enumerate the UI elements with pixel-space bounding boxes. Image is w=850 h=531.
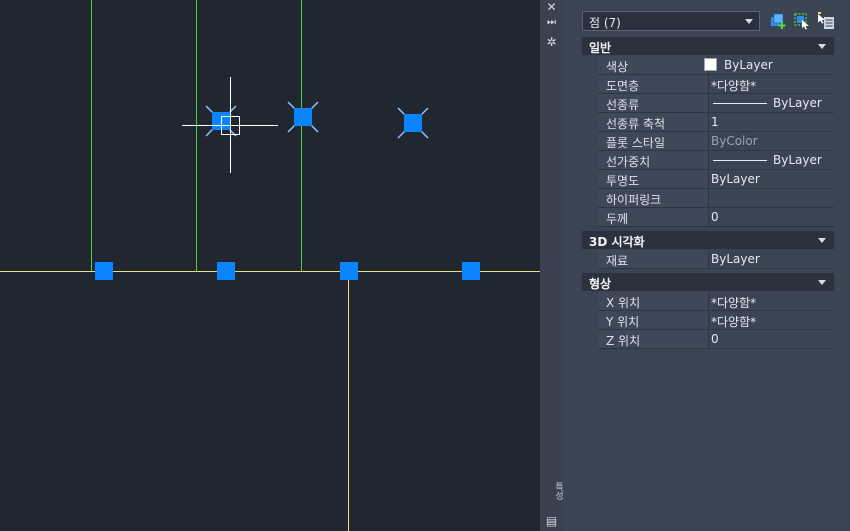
color-swatch (704, 58, 717, 71)
drawing-canvas[interactable] (0, 0, 540, 531)
property-value: ByColor (711, 134, 758, 148)
palette-title-strip: ✕ ⏭ ✲ 특성 ▤ (540, 0, 563, 531)
property-label: 색상 (606, 60, 629, 74)
property-value[interactable]: ByLayer (713, 96, 822, 110)
property-value[interactable]: *다양함* (711, 294, 756, 311)
toggle-pickadd-icon[interactable] (769, 12, 787, 30)
section-title: 형상 (589, 277, 612, 291)
linetype-value-text: ByLayer (773, 96, 822, 110)
section-geometry-header[interactable]: 형상 (582, 273, 834, 291)
property-row-hyperlink[interactable]: 하이퍼링크 (598, 189, 834, 208)
properties-palette: 점 (7) 일반 색상 ByLayer 도면층 *다양함* 선종류 ByLaye… (563, 0, 850, 531)
drawing-svg[interactable] (0, 0, 540, 531)
property-row-color[interactable]: 색상 ByLayer (598, 56, 834, 75)
point-grip[interactable] (462, 262, 480, 280)
property-row-y-position[interactable]: Y 위치 *다양함* (598, 311, 834, 330)
property-row-z-position[interactable]: Z 위치 0 (598, 330, 834, 349)
property-value[interactable]: *다양함* (711, 77, 756, 94)
settings-icon[interactable]: ✲ (540, 33, 563, 51)
point-grip[interactable] (95, 262, 113, 280)
property-row-material[interactable]: 재료 ByLayer (598, 250, 834, 269)
quick-select-icon[interactable] (817, 12, 835, 30)
collapse-caret-icon[interactable] (818, 44, 826, 49)
object-type-value: 점 (7) (589, 16, 621, 30)
property-label: 도면층 (606, 79, 640, 93)
collapse-caret-icon[interactable] (818, 280, 826, 285)
property-label: 플롯 스타일 (606, 136, 666, 150)
property-label: 하이퍼링크 (606, 193, 662, 207)
property-row-thickness[interactable]: 두께 0 (598, 208, 834, 227)
palette-vertical-title: 특성 (553, 482, 563, 500)
property-row-transparency[interactable]: 투명도 ByLayer (598, 170, 834, 189)
property-label: Y 위치 (606, 315, 640, 329)
property-value[interactable]: ByLayer (713, 153, 822, 167)
property-label: 선종류 축척 (606, 117, 666, 131)
property-row-linetype[interactable]: 선종류 ByLayer (598, 94, 834, 113)
auto-hide-icon[interactable]: ⏭ (540, 14, 563, 32)
point-grip[interactable] (340, 262, 358, 280)
point-grip[interactable] (217, 262, 235, 280)
property-row-plot-style[interactable]: 플롯 스타일 ByColor (598, 132, 834, 151)
property-label: 투명도 (606, 174, 640, 188)
selected-point-grip[interactable] (287, 101, 319, 133)
color-value-text: ByLayer (724, 58, 773, 72)
property-label: 두께 (606, 212, 629, 226)
property-row-layer[interactable]: 도면층 *다양함* (598, 75, 834, 94)
chevron-down-icon (745, 19, 753, 24)
section-title: 일반 (589, 41, 612, 55)
section-title: 3D 시각화 (589, 235, 645, 249)
property-value[interactable]: 0 (711, 332, 719, 346)
section-3d-visualization-header[interactable]: 3D 시각화 (582, 231, 834, 249)
property-value[interactable]: ByLayer (711, 252, 760, 266)
property-row-linetype-scale[interactable]: 선종류 축척 1 (598, 113, 834, 132)
object-type-dropdown[interactable]: 점 (7) (582, 11, 760, 31)
property-label: 선가중치 (606, 155, 651, 169)
panel-icon[interactable]: ▤ (540, 512, 563, 530)
property-value[interactable]: *다양함* (711, 313, 756, 330)
property-value[interactable]: 0 (711, 210, 719, 224)
section-general-header[interactable]: 일반 (582, 37, 834, 55)
property-row-x-position[interactable]: X 위치 *다양함* (598, 292, 834, 311)
lineweight-value-text: ByLayer (773, 153, 822, 167)
linetype-preview (713, 103, 767, 104)
lineweight-preview (713, 160, 767, 161)
property-row-lineweight[interactable]: 선가중치 ByLayer (598, 151, 834, 170)
property-label: X 위치 (606, 296, 641, 310)
property-label: 재료 (606, 254, 629, 268)
property-value[interactable]: 1 (711, 115, 719, 129)
collapse-caret-icon[interactable] (818, 238, 826, 243)
select-objects-icon[interactable] (793, 12, 811, 30)
property-value[interactable]: ByLayer (711, 172, 760, 186)
property-label: 선종류 (606, 98, 640, 112)
selected-point-grip[interactable] (397, 107, 429, 139)
property-value[interactable]: ByLayer (704, 58, 773, 72)
property-label: Z 위치 (606, 334, 641, 348)
